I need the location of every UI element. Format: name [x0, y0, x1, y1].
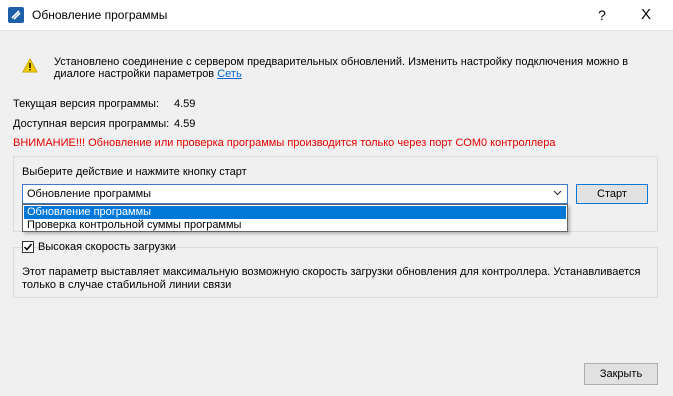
action-prompt: Выберите действие и нажмите кнопку старт — [22, 166, 247, 178]
speed-description-line1: Этот параметр выставляет максимальную во… — [22, 266, 641, 278]
speed-description-line2: только в случае стабильной линии связи — [22, 279, 232, 291]
action-select-value: Обновление программы — [27, 188, 152, 200]
title-bar: Обновление программы ? X — [0, 0, 673, 31]
current-version-label: Текущая версия программы: — [13, 98, 159, 110]
action-dropdown-list: Обновление программы Проверка контрольно… — [22, 204, 568, 232]
start-button[interactable]: Старт — [576, 184, 648, 204]
info-text-line2-text: диалоге настройки параметров — [54, 68, 215, 80]
dropdown-option-update[interactable]: Обновление программы — [24, 206, 566, 219]
warning-icon — [22, 57, 38, 73]
action-select[interactable]: Обновление программы — [22, 184, 568, 204]
high-speed-checkbox[interactable] — [22, 241, 34, 253]
network-settings-link[interactable]: Сеть — [217, 68, 241, 80]
current-version-value: 4.59 — [174, 98, 196, 110]
com-port-warning: ВНИМАНИЕ!!! Обновление или проверка прог… — [13, 137, 556, 149]
close-window-button[interactable]: X — [624, 0, 668, 30]
available-version-value: 4.59 — [174, 118, 196, 130]
high-speed-label[interactable]: Высокая скорость загрузки — [38, 241, 176, 253]
info-text-line2: диалоге настройки параметров Сеть — [54, 68, 242, 80]
dropdown-option-checksum[interactable]: Проверка контрольной суммы программы — [24, 219, 566, 232]
app-icon — [8, 7, 24, 23]
chevron-down-icon — [553, 188, 562, 200]
window-title: Обновление программы — [32, 8, 168, 22]
help-button[interactable]: ? — [580, 0, 624, 30]
info-text-line1: Установлено соединение с сервером предва… — [54, 56, 629, 68]
available-version-label: Доступная версия программы: — [13, 118, 170, 130]
close-button[interactable]: Закрыть — [584, 363, 658, 385]
